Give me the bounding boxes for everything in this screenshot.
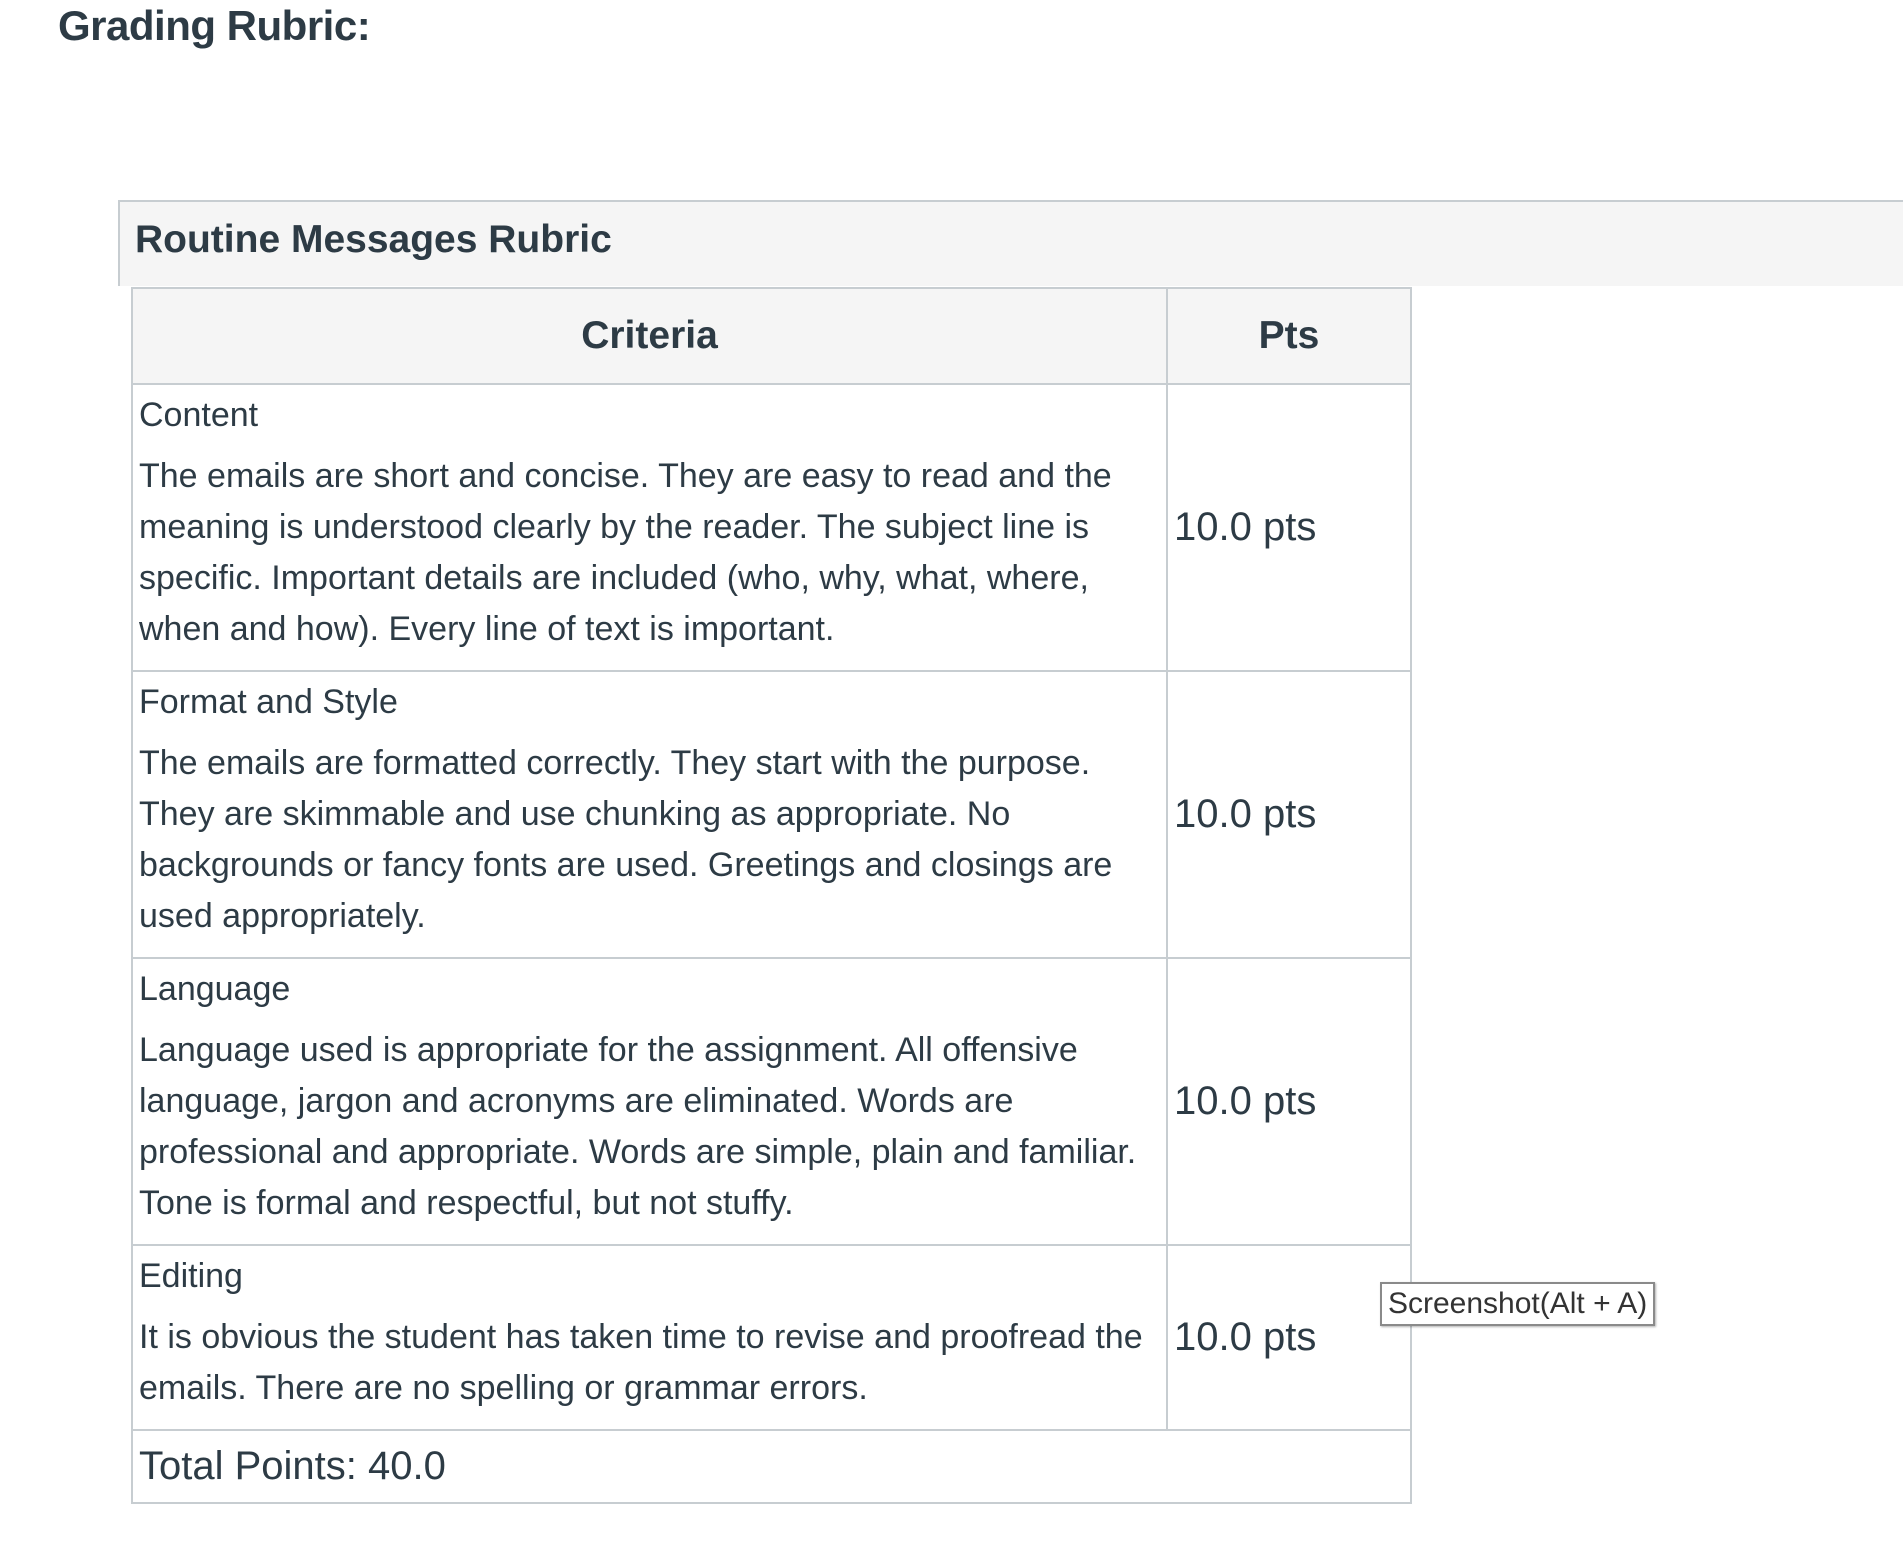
criterion-description: It is obvious the student has taken time… xyxy=(139,1318,1143,1407)
criterion-description: The emails are formatted correctly. They… xyxy=(139,744,1113,935)
criterion-points: 10.0 pts xyxy=(1166,957,1412,1246)
criterion-points: 10.0 pts xyxy=(1166,383,1412,672)
rubric-title-bar: Routine Messages Rubric xyxy=(118,200,1903,286)
criterion-cell: Editing It is obvious the student has ta… xyxy=(131,1244,1168,1431)
criteria-column-header: Criteria xyxy=(131,287,1168,385)
criterion-cell: Content The emails are short and concise… xyxy=(131,383,1168,672)
criterion-points: 10.0 pts xyxy=(1166,1244,1412,1431)
criterion-points: 10.0 pts xyxy=(1166,670,1412,959)
criterion-name: Format and Style xyxy=(139,683,398,721)
criterion-cell: Language Language used is appropriate fo… xyxy=(131,957,1168,1246)
criterion-name: Editing xyxy=(139,1257,243,1295)
screenshot-tooltip: Screenshot(Alt + A) xyxy=(1380,1282,1656,1326)
criterion-name: Content xyxy=(139,396,259,434)
criterion-row-language: Language Language used is appropriate fo… xyxy=(131,957,1412,1246)
criterion-name: Language xyxy=(139,970,291,1008)
criterion-cell: Format and Style The emails are formatte… xyxy=(131,670,1168,959)
criterion-row-editing: Editing It is obvious the student has ta… xyxy=(131,1244,1412,1431)
criterion-row-format-and-style: Format and Style The emails are formatte… xyxy=(131,670,1412,959)
page-heading: Grading Rubric: xyxy=(58,2,371,49)
rubric-header-row: Criteria Pts xyxy=(131,287,1412,385)
criterion-description: The emails are short and concise. They a… xyxy=(139,457,1112,648)
criterion-description: Language used is appropriate for the ass… xyxy=(139,1031,1137,1222)
total-points: Total Points: 40.0 xyxy=(131,1429,1412,1504)
criterion-row-content: Content The emails are short and concise… xyxy=(131,383,1412,672)
rubric-table: Criteria Pts Content The emails are shor… xyxy=(131,287,1412,1504)
pts-column-header: Pts xyxy=(1166,287,1412,385)
total-points-row: Total Points: 40.0 xyxy=(131,1429,1412,1504)
rubric-title: Routine Messages Rubric xyxy=(135,218,612,261)
